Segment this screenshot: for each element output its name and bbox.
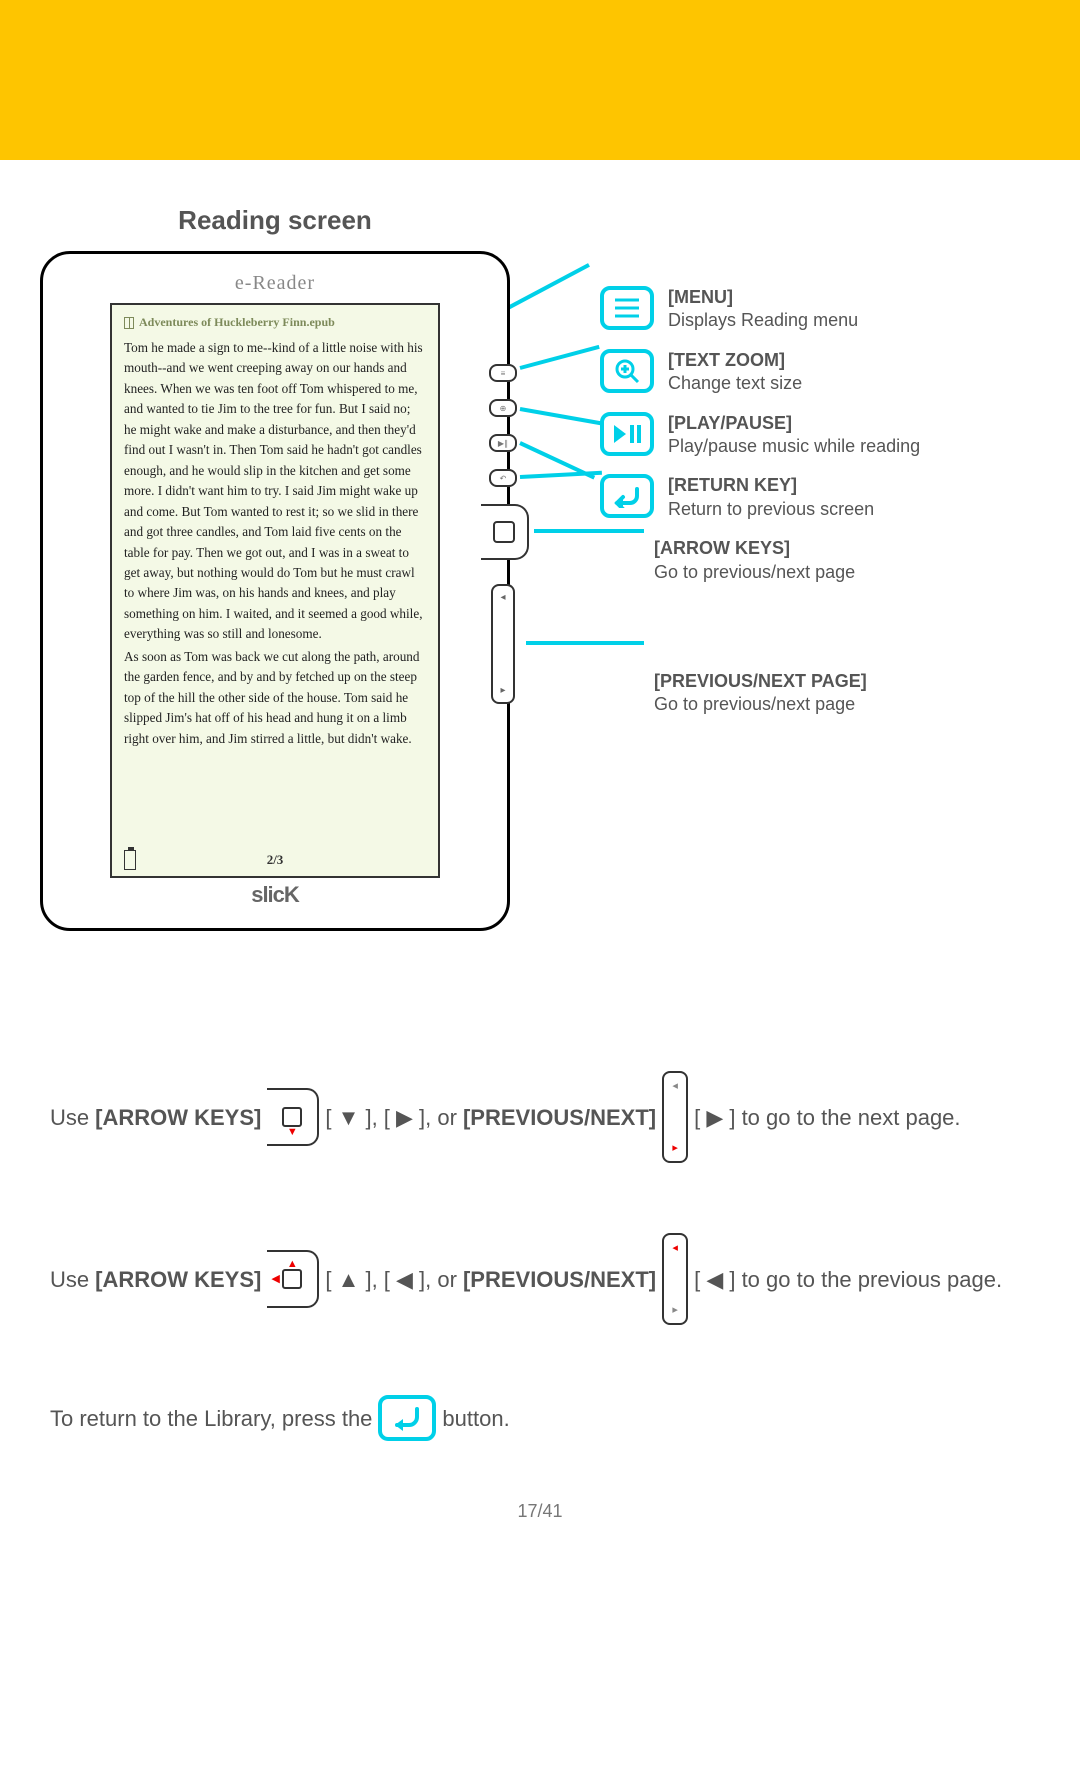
instructions-block: Use [ARROW KEYS] ▼ [ ▼ ], [ ▶ ], or [PRE… — [40, 1071, 1040, 1441]
battery-icon — [124, 850, 136, 870]
arrow-pad-icon: ▼ — [267, 1088, 319, 1146]
page-title: Reading screen — [40, 205, 510, 236]
instruction-next-page: Use [ARROW KEYS] ▼ [ ▼ ], [ ▶ ], or [PRE… — [50, 1071, 1030, 1163]
reading-screen-diagram: e-Reader Adventures of Huckleberry Finn.… — [40, 251, 1040, 951]
page-status-bar: 2/3 — [124, 850, 426, 870]
menu-icon — [600, 286, 654, 330]
device-label: e-Reader — [65, 272, 485, 295]
return-button-icon — [378, 1395, 436, 1441]
hw-prevnext-rocker[interactable]: ◂▸ — [491, 584, 515, 704]
rocker-icon: ◂▸ — [662, 1071, 688, 1163]
arrow-pad-icon: ▲◀ — [267, 1250, 319, 1308]
zoom-icon — [600, 349, 654, 393]
hw-menu-button[interactable]: ≡ — [489, 364, 517, 382]
ereader-device: e-Reader Adventures of Huckleberry Finn.… — [40, 251, 510, 931]
book-icon — [124, 317, 134, 329]
return-icon — [600, 474, 654, 518]
page-counter: 2/3 — [136, 852, 414, 868]
page-footer: 17/41 — [40, 1501, 1040, 1552]
device-brand: slicK — [65, 882, 485, 908]
header-banner — [0, 0, 1080, 160]
hw-return-button[interactable]: ↶ — [489, 469, 517, 487]
play-pause-icon — [600, 412, 654, 456]
hw-play-button[interactable]: ▶∥ — [489, 434, 517, 452]
instruction-prev-page: Use [ARROW KEYS] ▲◀ [ ▲ ], [ ◀ ], or [PR… — [50, 1233, 1030, 1325]
device-screen: Adventures of Huckleberry Finn.epub Tom … — [110, 303, 440, 878]
arrow-keys-spacer — [600, 537, 654, 581]
prevnext-spacer — [600, 670, 654, 714]
callout-column: [MENU]Displays Reading menu [TEXT ZOOM]C… — [600, 286, 1080, 733]
rocker-icon: ◂▸ — [662, 1233, 688, 1325]
book-title-bar: Adventures of Huckleberry Finn.epub — [124, 315, 426, 330]
book-text: Tom he made a sign to me--kind of a litt… — [124, 338, 426, 749]
book-title: Adventures of Huckleberry Finn.epub — [139, 315, 335, 330]
hw-arrow-pad[interactable] — [481, 504, 529, 560]
hw-zoom-button[interactable]: ⊕ — [489, 399, 517, 417]
instruction-return: To return to the Library, press the butt… — [50, 1395, 1030, 1441]
